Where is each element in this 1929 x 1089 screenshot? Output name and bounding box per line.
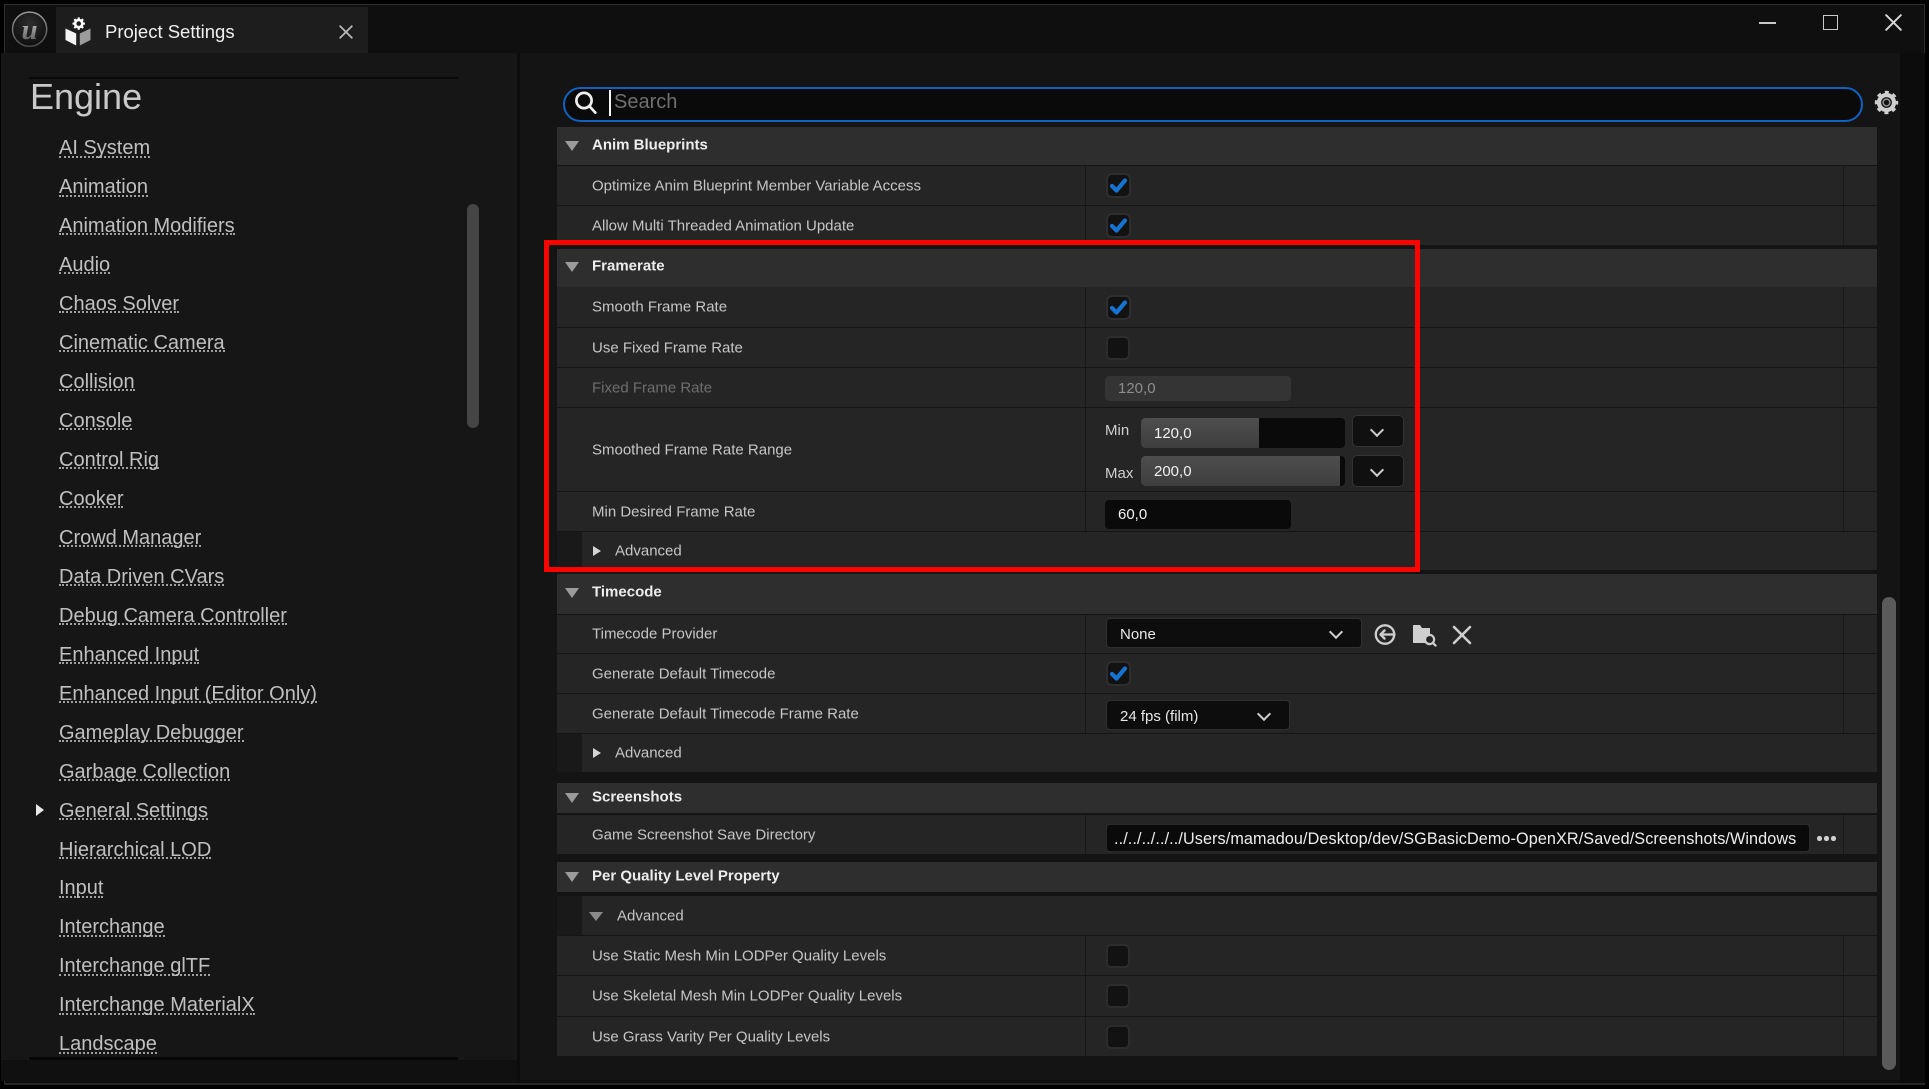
svg-text:u: u [22, 14, 38, 46]
